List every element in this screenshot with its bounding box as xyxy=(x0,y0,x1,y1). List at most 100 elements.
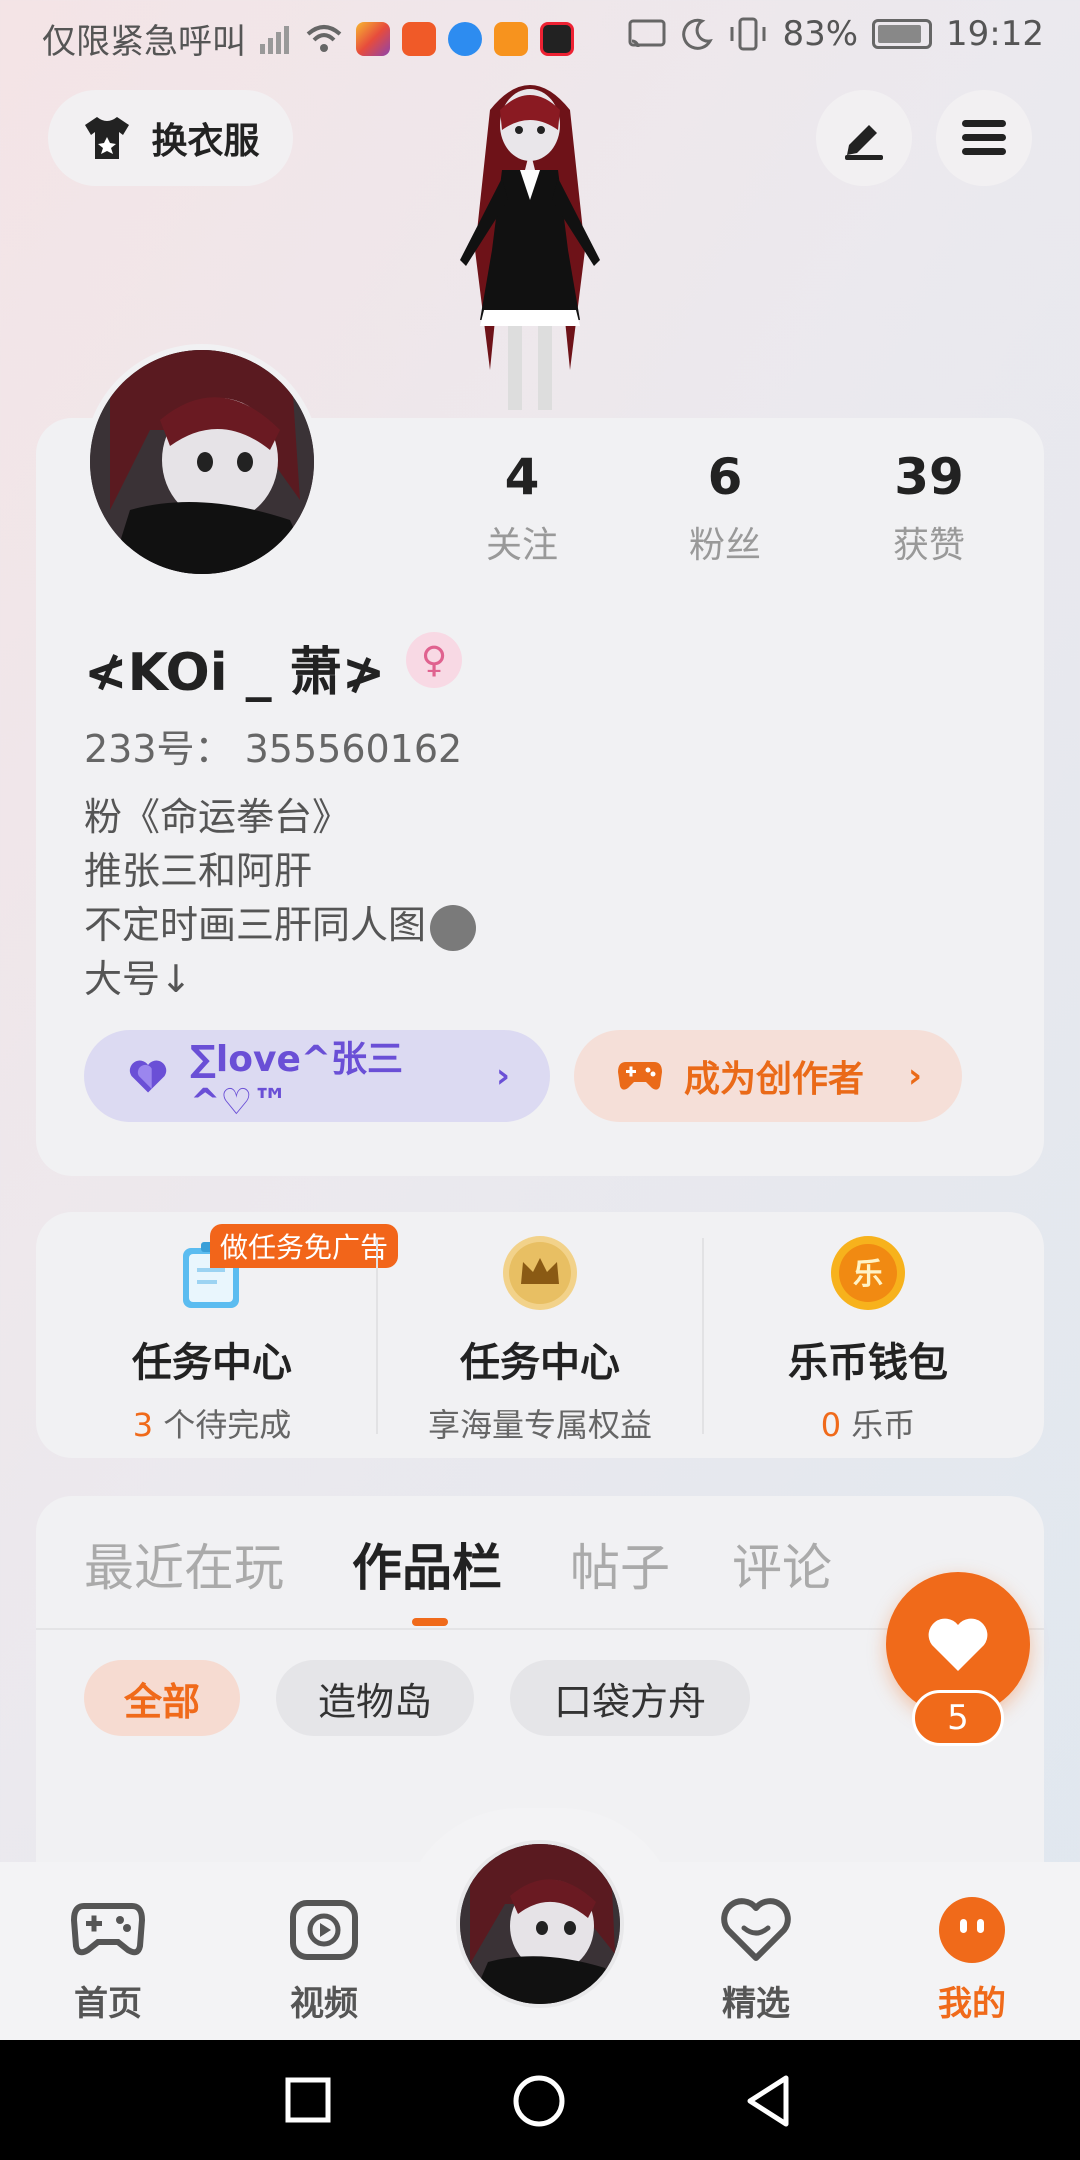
nav-mine[interactable]: 我的 xyxy=(902,1890,1042,2025)
tab-recent-played[interactable]: 最近在玩 xyxy=(84,1528,284,1600)
change-outfit-button[interactable]: 换衣服 xyxy=(48,90,293,186)
tshirt-icon xyxy=(85,117,130,159)
task-pending-label: 个待完成 xyxy=(153,1406,292,1444)
browser-icon xyxy=(448,21,482,56)
clock: 19:12 xyxy=(946,14,1044,54)
profile-avatar[interactable] xyxy=(84,344,320,580)
nav-home[interactable]: 首页 xyxy=(38,1890,178,2025)
profile-face-icon xyxy=(939,1897,1005,1963)
stat-likes[interactable]: 39 获赞 xyxy=(829,448,1029,568)
task-title: 任务中心 xyxy=(460,1340,620,1386)
nav-featured-label: 精选 xyxy=(722,1984,790,2024)
edit-profile-button[interactable] xyxy=(816,90,912,186)
system-nav-bar xyxy=(0,2040,1080,2160)
moon-icon xyxy=(682,18,714,50)
chevron-right-icon: › xyxy=(907,1056,922,1096)
bio-line: 粉《命运拳台》 xyxy=(84,795,351,839)
fan-badge-button[interactable]: ∑love^张三^♡™ › xyxy=(84,1030,550,1123)
active-tab-indicator xyxy=(412,1618,448,1626)
cast-icon xyxy=(628,19,666,48)
bio-line: 大号↓ xyxy=(84,957,192,1001)
avatar-image xyxy=(90,350,314,574)
stat-followers[interactable]: 6 粉丝 xyxy=(625,448,825,568)
nickname: ≮KOi _ 萧≯ xyxy=(84,643,386,703)
become-creator-button[interactable]: 成为创作者 › xyxy=(574,1030,962,1122)
nav-mine-label: 我的 xyxy=(938,1984,1006,2024)
status-bar: 仅限紧急呼叫 83% 19:12 xyxy=(0,0,1080,70)
task-subtitle: 3 个待完成 xyxy=(52,1400,372,1446)
following-label: 关注 xyxy=(485,525,558,566)
nav-featured[interactable]: 精选 xyxy=(686,1890,826,2025)
likes-count: 39 xyxy=(894,448,964,506)
stat-following[interactable]: 4 关注 xyxy=(422,448,622,568)
coin-unit: 乐币 xyxy=(841,1406,916,1444)
filter-chip-pocket-ark[interactable]: 口袋方舟 xyxy=(510,1660,750,1736)
video-app-icon xyxy=(494,21,528,56)
wifi-icon xyxy=(306,24,342,52)
heart-badge-icon xyxy=(129,1060,167,1093)
bio-line-with-emoji: 不定时画三肝同人图 xyxy=(84,898,477,952)
carrier-text: 仅限紧急呼叫 xyxy=(42,22,246,62)
battery-percent: 83% xyxy=(782,14,859,54)
recents-icon[interactable] xyxy=(284,2076,332,2124)
user-id[interactable]: 233号： 355560162 xyxy=(84,718,462,773)
coin-balance: 0 xyxy=(820,1406,842,1444)
battery-icon xyxy=(872,19,933,49)
task-title: 任务中心 xyxy=(132,1340,292,1386)
heart-chat-icon xyxy=(721,1898,791,1961)
character-avatar-figure[interactable] xyxy=(420,70,640,420)
nav-video[interactable]: 视频 xyxy=(254,1890,394,2025)
avatar-image xyxy=(460,1844,620,2004)
bio-line: 不定时画三肝同人图 xyxy=(84,903,427,947)
task-pending-count: 3 xyxy=(132,1406,154,1444)
nav-home-label: 首页 xyxy=(74,1984,142,2024)
status-right: 83% 19:12 xyxy=(628,14,1044,54)
app-icon-1 xyxy=(356,21,390,56)
app-icon-2 xyxy=(402,21,436,56)
followers-label: 粉丝 xyxy=(688,525,761,566)
nav-video-label: 视频 xyxy=(290,1984,358,2024)
likes-label: 获赞 xyxy=(892,525,965,566)
task-subtitle: 0 乐币 xyxy=(708,1400,1028,1446)
fan-badge-label: ∑love^张三^♡™ xyxy=(190,1038,404,1123)
followers-count: 6 xyxy=(707,448,743,506)
home-circle-icon[interactable] xyxy=(512,2074,566,2128)
nav-center-avatar[interactable] xyxy=(456,1840,624,2008)
gamepad-icon xyxy=(618,1062,662,1090)
change-outfit-label: 换衣服 xyxy=(151,121,260,162)
task-title: 乐币钱包 xyxy=(788,1340,948,1386)
vip-benefits-item[interactable]: 任务中心 享海量专属权益 xyxy=(380,1220,700,1450)
menu-button[interactable] xyxy=(936,90,1032,186)
signal-icon xyxy=(260,25,289,54)
task-ad-free-badge: 做任务免广告 xyxy=(210,1224,399,1268)
smiley-emoji-icon xyxy=(430,904,477,951)
record-app-icon xyxy=(540,21,574,56)
gamepad-icon xyxy=(70,1903,146,1956)
crown-icon xyxy=(503,1236,577,1310)
back-icon[interactable] xyxy=(744,2074,792,2128)
chevron-right-icon: › xyxy=(495,1056,510,1096)
coin-icon: 乐 xyxy=(831,1236,905,1310)
coin-wallet-item[interactable]: 乐 乐币钱包 0 乐币 xyxy=(708,1220,1028,1450)
heart-icon xyxy=(928,1618,988,1671)
following-count: 4 xyxy=(504,448,540,506)
bio-line: 推张三和阿肝 xyxy=(84,849,313,893)
divider xyxy=(376,1238,378,1434)
filter-chip-all[interactable]: 全部 xyxy=(84,1660,240,1736)
female-icon: ♀ xyxy=(406,632,462,688)
vibrate-icon xyxy=(730,17,766,51)
divider xyxy=(702,1238,704,1434)
become-creator-label: 成为创作者 xyxy=(684,1059,865,1100)
coin-icon-label: 乐 xyxy=(853,1257,883,1292)
status-left: 仅限紧急呼叫 xyxy=(42,14,574,63)
hamburger-icon xyxy=(962,120,1006,155)
bio: 粉《命运拳台》 推张三和阿肝 不定时画三肝同人图 大号↓ xyxy=(84,790,477,1006)
tab-comments[interactable]: 评论 xyxy=(732,1528,832,1600)
like-count-badge: 5 xyxy=(912,1690,1004,1746)
play-icon xyxy=(290,1900,358,1960)
tab-posts[interactable]: 帖子 xyxy=(570,1528,670,1600)
tab-works[interactable]: 作品栏 xyxy=(352,1528,502,1600)
pen-icon xyxy=(845,125,883,160)
filter-chip-creation-island[interactable]: 造物岛 xyxy=(276,1660,474,1736)
task-subtitle: 享海量专属权益 xyxy=(427,1406,652,1444)
